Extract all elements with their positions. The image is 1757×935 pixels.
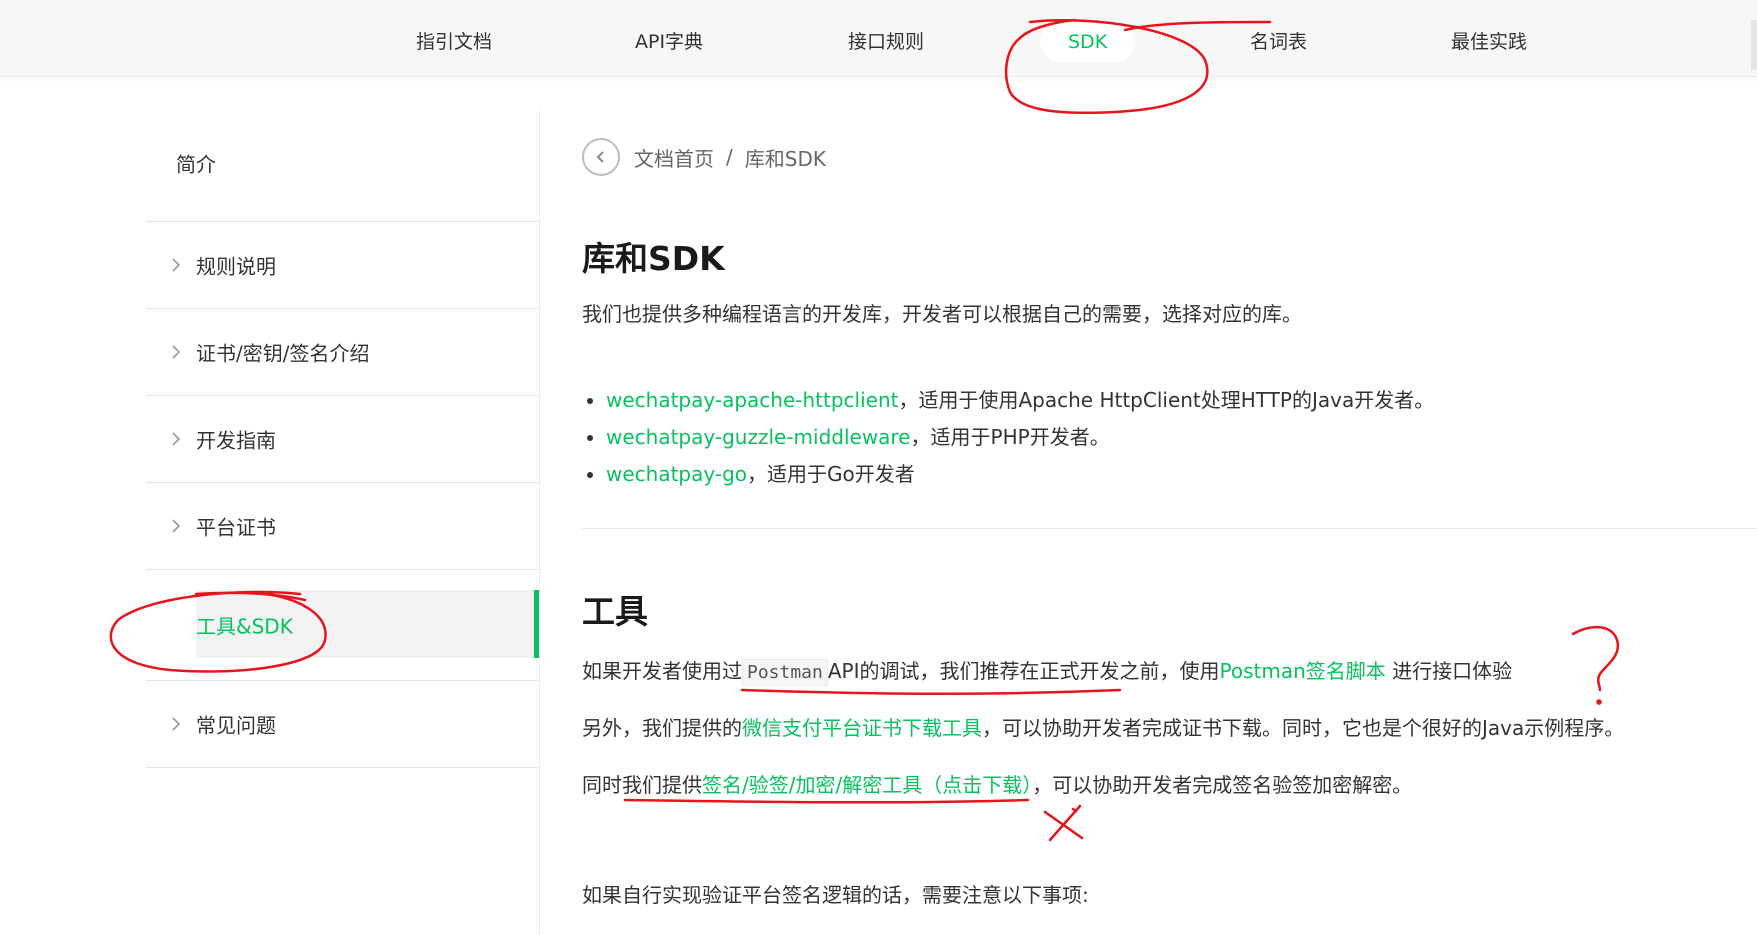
section-title-tools: 工具	[582, 592, 648, 631]
tools-p3-text-a: 同时我们提供	[582, 773, 702, 797]
cert-download-tool-link[interactable]: 微信支付平台证书下载工具	[742, 716, 982, 740]
sidebar-item-intro[interactable]: 简介	[146, 105, 539, 222]
scrollbar[interactable]	[1751, 20, 1757, 70]
sidebar-item-dev-guide[interactable]: 开发指南	[146, 396, 539, 483]
top-nav: 指引文档 API字典 接口规则 SDK 名词表 最佳实践	[0, 0, 1757, 77]
list-item: wechatpay-go，适用于Go开发者	[606, 456, 1434, 493]
tools-p4: 如果自行实现验证平台签名逻辑的话，需要注意以下事项:	[582, 883, 1089, 907]
tab-sdk[interactable]: SDK	[1040, 22, 1136, 62]
sidebar-divider	[539, 110, 540, 935]
sidebar-item-platform-cert[interactable]: 平台证书	[146, 483, 539, 570]
chevron-right-icon	[172, 432, 181, 446]
tools-p2-text-a: 另外，我们提供的	[582, 716, 742, 740]
annotation-underline-p1	[740, 688, 1122, 696]
tab-best-practice[interactable]: 最佳实践	[1451, 22, 1527, 62]
list-item: wechatpay-guzzle-middleware，适用于PHP开发者。	[606, 419, 1434, 456]
lib-list: wechatpay-apache-httpclient，适用于使用Apache …	[582, 382, 1434, 493]
sidebar-item-tools-sdk[interactable]: 工具&SDK	[146, 570, 539, 681]
tools-p3-text-b: ，可以协助开发者完成签名验签加密解密。	[1032, 773, 1413, 797]
annotation-question-dot	[1596, 699, 1602, 705]
sidebar-item-label: 规则说明	[196, 254, 276, 279]
sidebar-item-label: 开发指南	[196, 428, 276, 453]
breadcrumb-separator: /	[726, 145, 733, 169]
lib-link-apache-httpclient[interactable]: wechatpay-apache-httpclient	[606, 388, 898, 412]
sidebar-item-label: 证书/密钥/签名介绍	[196, 341, 370, 366]
breadcrumb: 文档首页 / 库和SDK	[582, 138, 826, 176]
tab-interface-rules[interactable]: 接口规则	[848, 22, 924, 62]
section-title-sdk: 库和SDK	[582, 239, 725, 278]
sidebar: 简介 规则说明 证书/密钥/签名介绍 开发指南 平台证书 工具&SDK 常见问题	[146, 105, 539, 768]
annotation-underline-p3	[623, 798, 1030, 804]
tools-p1-text-c: 进行接口体验	[1385, 659, 1513, 683]
sidebar-item-label: 简介	[176, 152, 216, 177]
annotation-cross-line-b	[1048, 804, 1082, 842]
breadcrumb-current: 库和SDK	[744, 146, 826, 171]
inline-code-postman: Postman	[742, 659, 828, 686]
breadcrumb-home[interactable]: 文档首页	[634, 143, 714, 172]
annotation-cross-line-a	[1043, 810, 1084, 840]
sidebar-item-label: 平台证书	[196, 515, 276, 540]
lib-link-guzzle-middleware[interactable]: wechatpay-guzzle-middleware	[606, 425, 911, 449]
sidebar-item-certs[interactable]: 证书/密钥/签名介绍	[146, 309, 539, 396]
sign-verify-tool-link[interactable]: 签名/验签/加密/解密工具（点击下载）	[702, 773, 1032, 797]
tab-api-dict[interactable]: API字典	[635, 22, 703, 62]
sidebar-item-label: 常见问题	[196, 713, 276, 738]
sidebar-item-label: 工具&SDK	[196, 614, 293, 639]
chevron-right-icon	[172, 345, 181, 359]
tab-glossary[interactable]: 名词表	[1250, 22, 1307, 62]
postman-script-link[interactable]: Postman签名脚本	[1220, 659, 1386, 683]
sdk-intro: 我们也提供多种编程语言的开发库，开发者可以根据自己的需要，选择对应的库。	[582, 302, 1302, 326]
section-divider	[582, 528, 1757, 529]
chevron-right-icon	[172, 258, 181, 272]
sidebar-item-rules[interactable]: 规则说明	[146, 222, 539, 309]
lib-desc: ，适用于使用Apache HttpClient处理HTTP的Java开发者。	[898, 388, 1435, 412]
tools-p1-text-a: 如果开发者使用过	[582, 659, 742, 683]
back-button[interactable]	[582, 138, 620, 176]
tab-guide[interactable]: 指引文档	[416, 22, 492, 62]
lib-link-go[interactable]: wechatpay-go	[606, 462, 747, 486]
tools-p2-text-b: ，可以协助开发者完成证书下载。同时，它也是个很好的Java示例程序。	[982, 716, 1625, 740]
sidebar-item-faq[interactable]: 常见问题	[146, 681, 539, 768]
chevron-left-icon	[596, 151, 604, 163]
tools-p1: 如果开发者使用过 Postman API的调试，我们推荐在正式开发之前，使用Post…	[582, 655, 1513, 686]
tools-p1-text-b: API的调试，我们推荐在正式开发之前，使用	[827, 659, 1220, 683]
tools-p3: 同时我们提供签名/验签/加密/解密工具（点击下载），可以协助开发者完成签名验签加…	[582, 769, 1412, 798]
lib-desc: ，适用于Go开发者	[747, 462, 915, 486]
chevron-right-icon	[172, 717, 181, 731]
list-item: wechatpay-apache-httpclient，适用于使用Apache …	[606, 382, 1434, 419]
chevron-right-icon	[172, 519, 181, 533]
annotation-cross-dot	[1071, 807, 1078, 813]
annotation-question-mark	[1571, 626, 1620, 692]
tools-p2: 另外，我们提供的微信支付平台证书下载工具，可以协助开发者完成证书下载。同时，它也…	[582, 712, 1624, 741]
lib-desc: ，适用于PHP开发者。	[910, 425, 1110, 449]
